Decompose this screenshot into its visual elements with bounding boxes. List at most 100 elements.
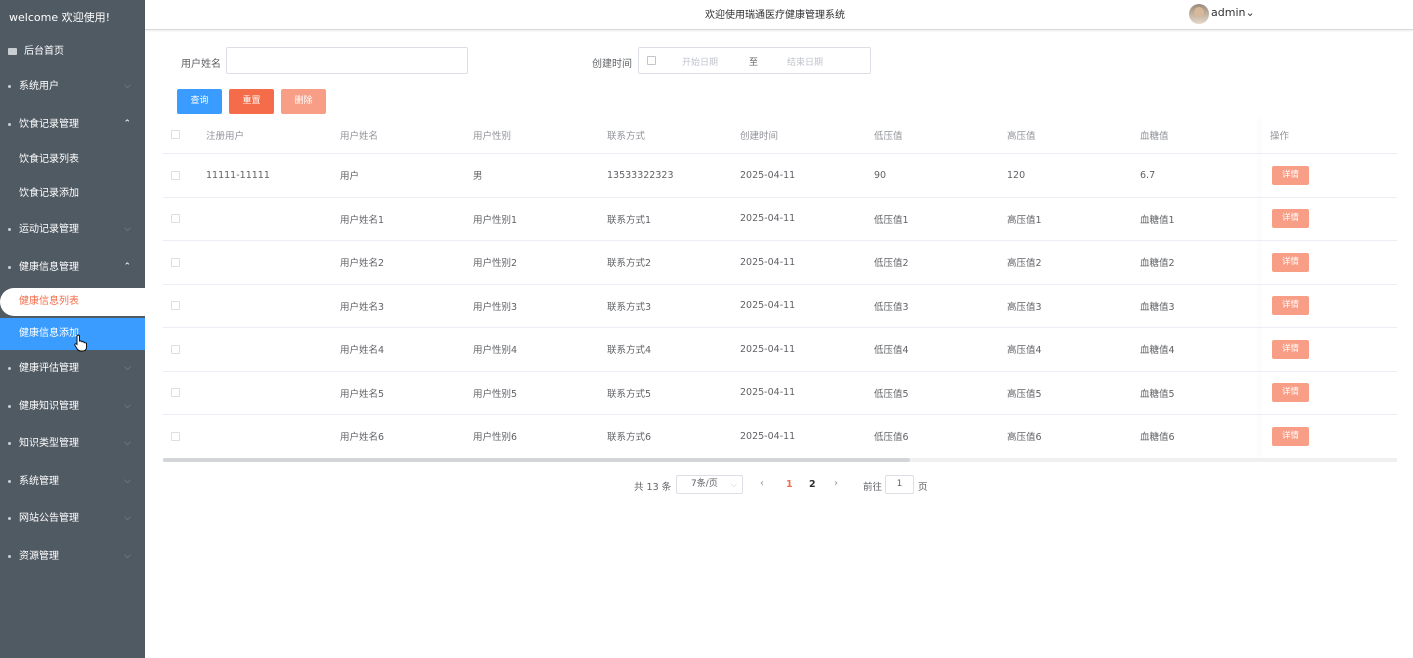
table-cell: 2025-04-11 (740, 387, 796, 399)
sidebar-item-health-assessment[interactable]: 健康评估管理 ⌵ (0, 350, 145, 388)
sidebar-item-knowledge-types[interactable]: 知识类型管理 ⌵ (0, 425, 145, 463)
sidebar-subitem-health-add[interactable]: 健康信息添加 (0, 318, 145, 350)
end-date-input[interactable]: 结束日期 (787, 55, 823, 68)
table-cell: 男 (473, 171, 483, 183)
table-cell: 高压值4 (1007, 345, 1042, 357)
reset-button[interactable]: 重置 (229, 89, 274, 114)
username-input[interactable] (226, 47, 468, 74)
detail-button[interactable]: 详情 (1272, 165, 1309, 185)
delete-button[interactable]: 删除 (281, 89, 326, 114)
table-cell: 2025-04-11 (740, 213, 796, 225)
sidebar-item-diet-records[interactable]: 饮食记录管理 ⌃ (0, 106, 145, 144)
detail-button[interactable]: 详情 (1272, 426, 1309, 446)
table-cell: 用户姓名5 (340, 388, 385, 400)
table-cell: 血糖值3 (1140, 301, 1175, 313)
detail-button[interactable]: 详情 (1272, 383, 1309, 403)
sidebar-subitem-diet-list[interactable]: 饮食记录列表 (0, 143, 145, 177)
table-cell: 血糖值6 (1140, 432, 1175, 444)
table-cell: 用户性别1 (473, 214, 518, 226)
chevron-down-icon: ⌵ (730, 480, 737, 489)
next-page-icon[interactable]: › (834, 478, 838, 489)
row-checkbox[interactable] (171, 257, 180, 267)
chevron-down-icon: ⌵ (124, 400, 131, 411)
detail-button[interactable]: 详情 (1272, 296, 1309, 316)
row-checkbox[interactable] (171, 344, 180, 354)
detail-button[interactable]: 详情 (1272, 252, 1309, 272)
bullet-icon (8, 554, 11, 558)
column-header: 用户性别 (473, 130, 512, 142)
table-cell: 6.7 (1140, 169, 1156, 181)
table-cell: 血糖值5 (1140, 388, 1175, 400)
goto-page-input[interactable]: 1 (885, 475, 914, 494)
sidebar-subitem-diet-add[interactable]: 饮食记录添加 (0, 177, 145, 211)
scrollbar-thumb[interactable] (163, 458, 910, 462)
table-cell: 用户性别5 (473, 388, 518, 400)
row-checkbox[interactable] (171, 170, 180, 180)
top-header: 欢迎使用瑞通医疗健康管理系统 admin⌄ (145, 0, 1413, 30)
sidebar-item-announcements[interactable]: 网站公告管理 ⌵ (0, 500, 145, 538)
table-row: 用户姓名4 用户性别4 联系方式4 2025-04-11 低压值4 高压值4 血糖值4 详情 (163, 328, 1397, 372)
row-checkbox[interactable] (171, 431, 180, 441)
sidebar-item-exercise-records[interactable]: 运动记录管理 ⌵ (0, 211, 145, 249)
range-separator: 至 (749, 58, 759, 68)
table-cell: 联系方式6 (607, 432, 652, 444)
table-cell: 2025-04-11 (740, 256, 796, 268)
sidebar-subitem-health-list[interactable]: 健康信息列表 (0, 288, 145, 316)
table-cell: 用户性别6 (473, 432, 518, 444)
row-checkbox[interactable] (171, 388, 180, 398)
row-checkbox[interactable] (171, 301, 180, 311)
hand-cursor-icon (74, 334, 87, 352)
table-cell: 用户姓名1 (340, 214, 385, 226)
page-size-select[interactable]: 7条/页 ⌵ (676, 475, 743, 494)
username-label: 用户姓名 (181, 59, 221, 70)
table-row: 11111-11111 用户 男 13533322323 2025-04-11 90 120… (163, 154, 1397, 198)
detail-button[interactable]: 详情 (1272, 339, 1309, 359)
sidebar-item-home[interactable]: 后台首页 (0, 35, 145, 68)
chevron-down-icon: ⌵ (124, 81, 131, 91)
column-header: 注册用户 (206, 130, 245, 142)
sidebar-item-label: 饮食记录管理 (19, 118, 79, 130)
start-date-input[interactable]: 开始日期 (682, 55, 718, 68)
bullet-icon (8, 122, 11, 126)
calendar-icon (647, 56, 656, 65)
sidebar-item-label: 后台首页 (24, 46, 64, 57)
query-button[interactable]: 查询 (177, 89, 222, 114)
sidebar-item-system-management[interactable]: 系统管理 ⌵ (0, 463, 145, 501)
page-suffix: 页 (918, 482, 928, 493)
select-all-checkbox[interactable] (171, 130, 180, 139)
table-cell: 血糖值1 (1140, 214, 1175, 226)
row-checkbox[interactable] (171, 214, 180, 224)
page-number-1[interactable]: 1 (786, 479, 793, 490)
monitor-icon (8, 48, 17, 55)
table-cell: 高压值5 (1007, 388, 1042, 400)
goto-label: 前往 (863, 482, 883, 493)
table-cell: 11111-11111 (206, 169, 270, 181)
table-cell: 联系方式5 (607, 388, 652, 400)
sidebar-item-health-info[interactable]: 健康信息管理 ⌃ (0, 249, 145, 287)
table-cell: 90 (874, 169, 887, 181)
sidebar-item-system-users[interactable]: 系统用户 ⌵ (0, 68, 145, 106)
table-cell: 高压值6 (1007, 432, 1042, 444)
sidebar-item-resources[interactable]: 资源管理 ⌵ (0, 538, 145, 576)
created-time-label: 创建时间 (592, 59, 632, 70)
username: admin (1211, 6, 1246, 19)
table-row: 用户姓名5 用户性别5 联系方式5 2025-04-11 低压值5 高压值5 血糖值5 详情 (163, 372, 1397, 415)
prev-page-icon[interactable]: ‹ (760, 478, 764, 489)
table-cell: 高压值3 (1007, 301, 1042, 313)
sidebar-item-label: 健康知识管理 (19, 400, 79, 412)
total-count: 共 13 条 (634, 482, 672, 493)
bullet-icon (8, 367, 11, 370)
table-body: 11111-11111 用户 男 13533322323 2025-04-11 90 120… (163, 154, 1397, 459)
horizontal-scrollbar[interactable] (163, 458, 1397, 462)
table-cell: 13533322323 (607, 169, 674, 181)
chevron-down-icon: ⌵ (124, 438, 131, 448)
detail-button[interactable]: 详情 (1272, 209, 1309, 229)
column-header: 联系方式 (607, 130, 646, 142)
table-cell: 联系方式1 (607, 214, 652, 226)
date-range-picker[interactable]: 开始日期 至 结束日期 (638, 47, 871, 74)
page-number-2[interactable]: 2 (809, 479, 816, 490)
avatar[interactable] (1189, 4, 1209, 24)
sidebar-item-health-knowledge[interactable]: 健康知识管理 ⌵ (0, 388, 145, 426)
table-cell: 用户性别4 (473, 345, 518, 357)
user-menu[interactable]: admin⌄ (1211, 6, 1255, 19)
